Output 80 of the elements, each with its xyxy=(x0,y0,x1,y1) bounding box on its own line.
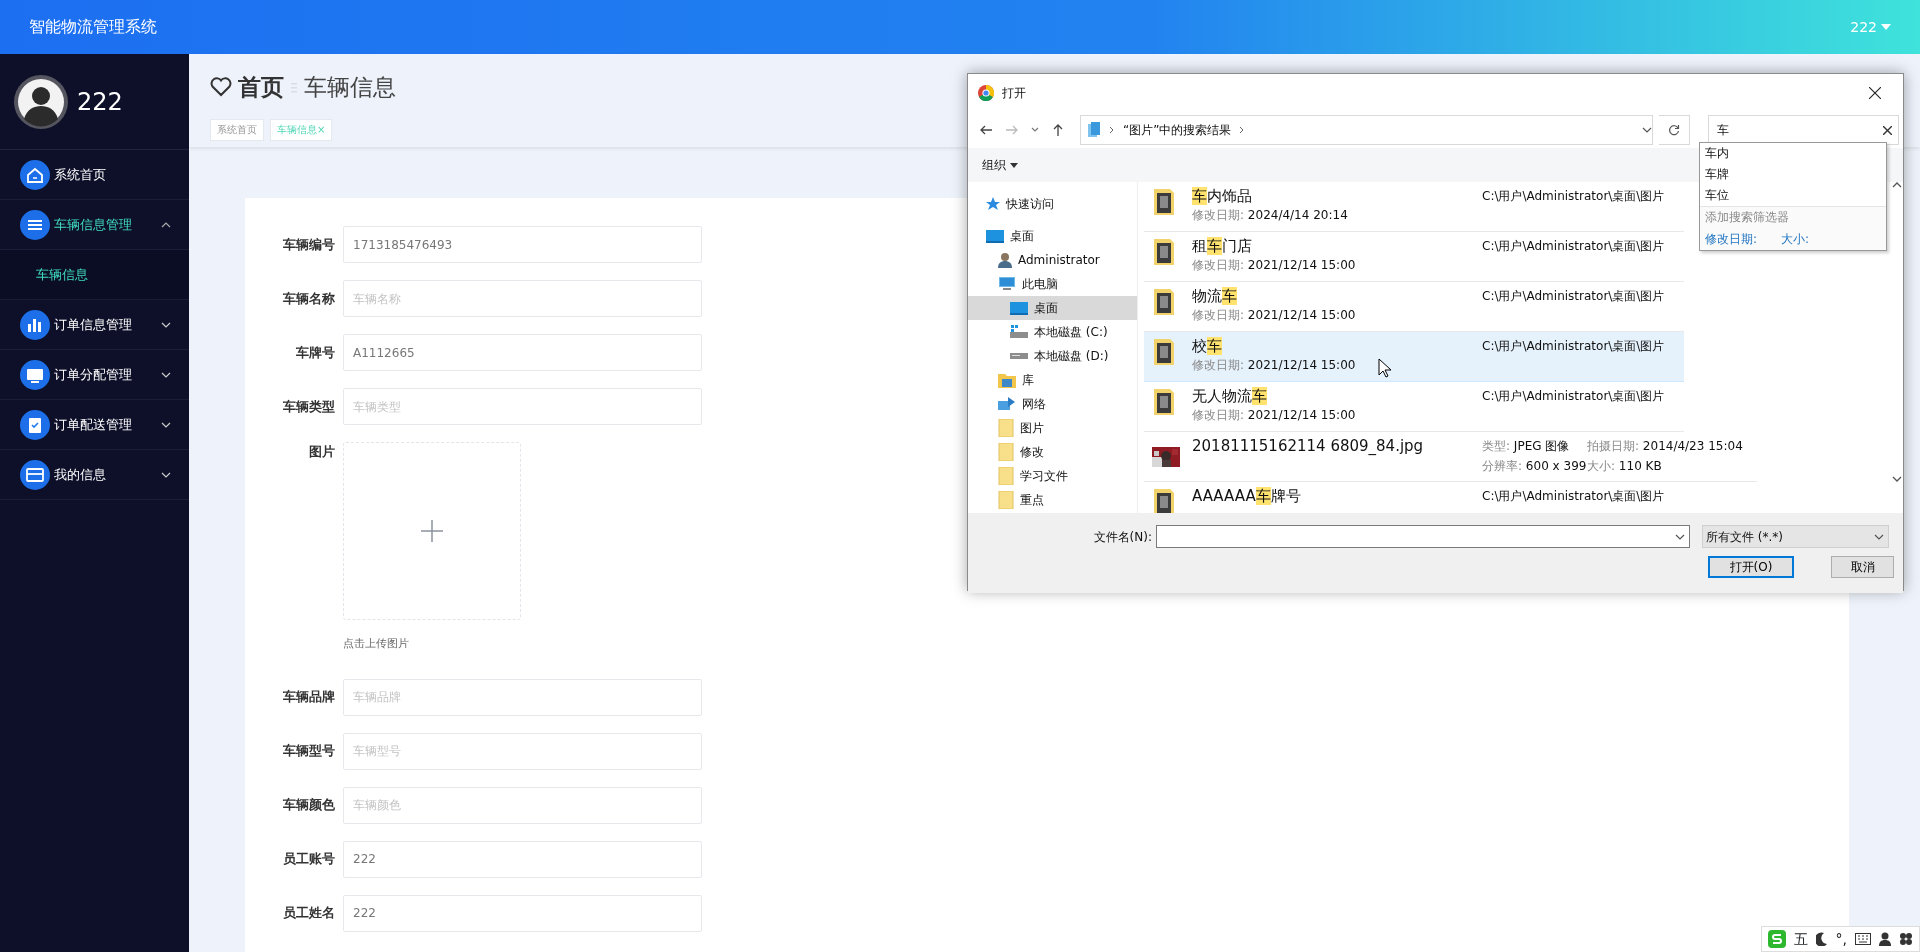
file-detail: 拍摄日期: 2014/4/23 15:04 xyxy=(1587,438,1744,455)
suggestion-item[interactable]: 车位 xyxy=(1700,185,1886,206)
input-field[interactable]: A1112665 xyxy=(343,334,702,371)
nav-item[interactable]: 库 xyxy=(968,368,1137,392)
breadcrumb-current: 车辆信息 xyxy=(304,73,396,102)
nav-item[interactable]: Administrator xyxy=(968,248,1137,272)
app-title: 智能物流管理系统 xyxy=(29,16,157,38)
file-date: 修改日期: 2021/12/14 15:00 xyxy=(1192,357,1356,374)
file-name: 租车门店 xyxy=(1192,237,1253,256)
file-detail: 大小: 110 KB xyxy=(1587,458,1663,475)
field-label: 车辆编号 xyxy=(282,235,335,254)
address-bar[interactable]: “图片”中的搜索结果 xyxy=(1080,115,1653,145)
field-label: 图片 xyxy=(308,443,335,461)
nav-item[interactable]: 重点 xyxy=(968,488,1137,512)
nav-item[interactable]: 此电脑 xyxy=(968,272,1137,296)
suggestion-item[interactable]: 车内 xyxy=(1700,143,1886,164)
file-type-select[interactable]: 所有文件 (*.*) xyxy=(1702,525,1889,548)
filter-link[interactable]: 大小: xyxy=(1781,228,1810,250)
file-location: C:\用户\Administrator\桌面\图片 xyxy=(1482,338,1665,355)
nav-item[interactable]: 学习文件 xyxy=(968,464,1137,488)
file-name: 物流车 xyxy=(1192,287,1238,306)
ime-punctuation[interactable]: °, xyxy=(1835,928,1847,950)
dialog-title: 打开 xyxy=(1002,85,1026,102)
user-name: 222 xyxy=(77,86,123,118)
file-row[interactable]: 租车门店 修改日期: 2021/12/14 15:00 C:\用户\Administrator\桌面\图片 xyxy=(1144,232,1684,282)
file-date: 修改日期: 2021/12/14 15:00 xyxy=(1192,407,1356,424)
nav-item[interactable]: 修改 xyxy=(968,440,1137,464)
file-row[interactable]: 无人物流车 修改日期: 2021/12/14 15:00 C:\用户\Administrator\桌面\图片 xyxy=(1144,382,1684,432)
file-detail: 类型: JPEG 图像 xyxy=(1482,438,1571,455)
file-name: 无人物流车 xyxy=(1192,387,1268,406)
file-row[interactable]: 校车 修改日期: 2021/12/14 15:00 C:\用户\Administrator\桌面\图片 xyxy=(1144,332,1684,382)
upload-hint: 点击上传图片 xyxy=(343,636,410,652)
file-location: C:\用户\Administrator\桌面\图片 xyxy=(1482,488,1665,505)
menu-item[interactable]: 我的信息 xyxy=(0,450,189,500)
organize-menu[interactable]: 组织 xyxy=(982,156,1018,174)
cancel-button[interactable]: 取消 xyxy=(1831,556,1894,578)
file-row[interactable]: 车内饰品 修改日期: 2024/4/14 20:14 C:\用户\Administrator\桌面\图片 xyxy=(1144,182,1684,232)
field-label: 车辆类型 xyxy=(282,397,335,416)
menu-item[interactable]: 订单信息管理 xyxy=(0,300,189,350)
menu-item[interactable]: 系统首页 xyxy=(0,150,189,200)
file-location: C:\用户\Administrator\桌面\图片 xyxy=(1482,238,1665,255)
field-label: 员工账号 xyxy=(282,850,335,869)
file-location: C:\用户\Administrator\桌面\图片 xyxy=(1482,388,1665,405)
ime-mode[interactable]: 五 xyxy=(1793,928,1808,950)
file-name: 校车 xyxy=(1192,337,1223,356)
input-field[interactable]: 222 xyxy=(343,894,702,932)
filter-hint: 添加搜索筛选器 xyxy=(1700,206,1886,228)
nav-item[interactable]: 快速访问 xyxy=(968,192,1137,216)
nav-item[interactable]: 本地磁盘 (D:) xyxy=(968,344,1137,368)
nav-item[interactable]: 本地磁盘 (C:) xyxy=(968,320,1137,344)
address-text: “图片”中的搜索结果 xyxy=(1123,122,1232,139)
menu-item[interactable]: 订单分配管理 xyxy=(0,350,189,400)
nav-item[interactable]: 桌面 xyxy=(968,296,1137,320)
nav-item[interactable]: 图片 xyxy=(968,416,1137,440)
file-location: C:\用户\Administrator\桌面\图片 xyxy=(1482,288,1665,305)
filter-link[interactable]: 修改日期: xyxy=(1705,228,1758,250)
open-button[interactable]: 打开(O) xyxy=(1708,556,1794,578)
input-field[interactable]: 222 xyxy=(343,840,702,878)
file-row[interactable]: 20181115162114 6809_84.jpg 类型: JPEG 图像 拍摄日期: 2014/4/23 15:04 分辨率: 600 x 399大小: 110 KB xyxy=(1144,432,1757,482)
field-label: 文件名(N): xyxy=(1092,528,1153,546)
suggestion-item[interactable]: 车牌 xyxy=(1700,164,1886,185)
file-name: 车内饰品 xyxy=(1192,187,1253,206)
file-name: 20181115162114 6809_84.jpg xyxy=(1192,437,1425,456)
nav-item[interactable]: 桌面 xyxy=(968,224,1137,248)
file-date: 修改日期: 2021/12/14 15:00 xyxy=(1192,307,1356,324)
file-detail: 分辨率: 600 x 399 xyxy=(1482,458,1587,475)
submenu-item[interactable]: 车辆信息 xyxy=(0,250,189,300)
nav-item[interactable]: 网络 xyxy=(968,392,1137,416)
field-label: 车辆型号 xyxy=(282,742,335,761)
breadcrumb-link[interactable]: 首页 xyxy=(238,70,284,105)
file-date: 修改日期: 2021/12/14 15:00 xyxy=(1192,257,1356,274)
field-label: 车辆名称 xyxy=(282,289,335,308)
file-date: 修改日期: 2024/4/14 20:14 xyxy=(1192,207,1348,224)
input-field[interactable]: 1713185476493 xyxy=(343,226,702,263)
field-label: 车辆品牌 xyxy=(282,688,335,707)
file-location: C:\用户\Administrator\桌面\图片 xyxy=(1482,188,1665,205)
menu-item[interactable]: 订单配送管理 xyxy=(0,400,189,450)
field-label: 员工姓名 xyxy=(282,904,335,923)
field-label: 车辆颜色 xyxy=(282,796,335,815)
field-label: 车牌号 xyxy=(295,343,335,362)
